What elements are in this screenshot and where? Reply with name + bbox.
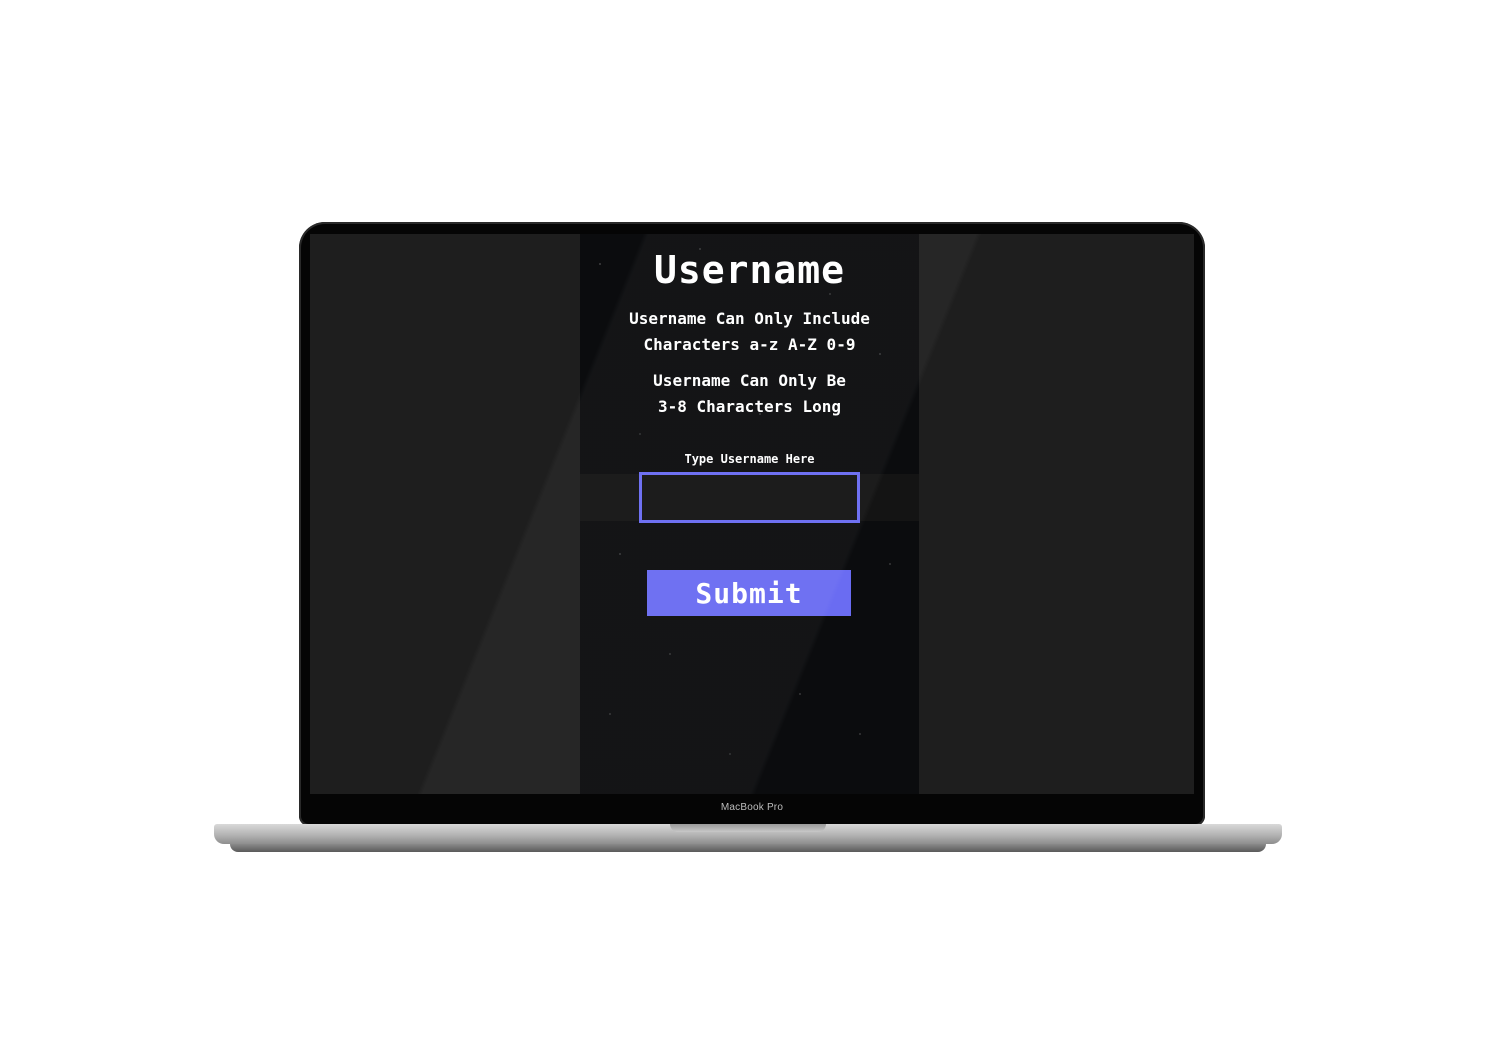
laptop-mockup: Username Username Can Only Include Chara… [0, 0, 1500, 1038]
submit-button[interactable]: Submit [647, 570, 851, 616]
rule-allowed-characters-line-2: Characters a-z A-Z 0-9 [643, 335, 856, 354]
laptop-screen: Username Username Can Only Include Chara… [310, 234, 1194, 794]
username-field-label: Type Username Here [684, 452, 815, 466]
device-brand-label: MacBook Pro [720, 802, 784, 813]
laptop-lid: Username Username Can Only Include Chara… [299, 222, 1205, 826]
rule-length: Username Can Only Be 3-8 Characters Long [580, 368, 919, 420]
laptop-hinge-notch [670, 824, 826, 832]
rule-length-line-2: 3-8 Characters Long [657, 397, 842, 416]
laptop-base-lip [230, 844, 1266, 852]
rule-allowed-characters: Username Can Only Include Characters a-z… [580, 306, 919, 358]
page-title: Username [653, 248, 846, 292]
username-app-panel: Username Username Can Only Include Chara… [580, 234, 919, 794]
rule-length-line-1: Username Can Only Be [653, 371, 846, 390]
rule-allowed-characters-line-1: Username Can Only Include [629, 309, 870, 328]
username-input[interactable] [639, 472, 860, 523]
